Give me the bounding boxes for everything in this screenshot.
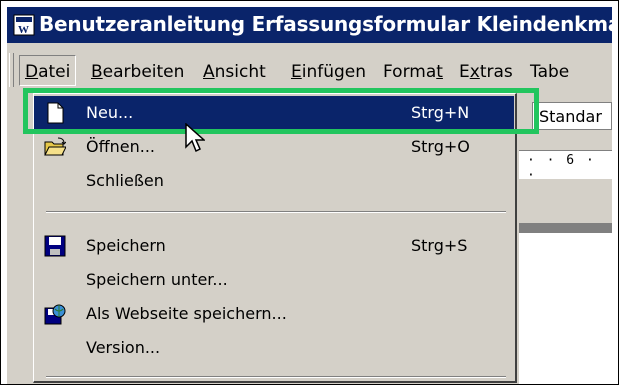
- menu-item-label: Öffnen...: [86, 137, 155, 156]
- menu-separator: [46, 376, 506, 378]
- menu-bar: Datei Bearbeiten Ansicht Einfügen Format…: [7, 43, 612, 93]
- horizontal-ruler[interactable]: · · 6 · ·: [519, 150, 612, 183]
- menu-item-label: Schließen: [86, 171, 164, 190]
- word-document-icon: W: [13, 14, 35, 36]
- menu-item-oeffnen[interactable]: Öffnen... Strg+O: [34, 130, 514, 164]
- menu-item-speichern[interactable]: Speichern Strg+S: [34, 229, 514, 263]
- menu-datei[interactable]: Datei: [19, 55, 77, 86]
- menu-item-neu[interactable]: Neu... Strg+N: [34, 96, 514, 130]
- svg-text:W: W: [18, 24, 29, 36]
- document-page[interactable]: [519, 233, 612, 384]
- menu-item-label: Als Webseite speichern...: [86, 304, 287, 323]
- menu-separator: [46, 211, 506, 213]
- menu-item-label: Neu...: [86, 103, 134, 122]
- menu-einfuegen[interactable]: Einfügen: [291, 62, 366, 82]
- save-disk-icon: [44, 235, 66, 257]
- menu-item-version[interactable]: Version...: [34, 331, 514, 365]
- menu-item-shortcut: Strg+S: [411, 236, 468, 255]
- save-as-webpage-icon: [44, 304, 66, 325]
- window-title: Benutzeranleitung Erfassungsformular Kle…: [39, 12, 612, 36]
- ruler-marks: · · 6 · ·: [527, 153, 596, 183]
- menu-item-als-webseite-speichern[interactable]: Als Webseite speichern...: [34, 297, 514, 331]
- menu-item-speichern-unter[interactable]: Speichern unter...: [34, 263, 514, 297]
- screenshot-frame: W Benutzeranleitung Erfassungsformular K…: [0, 0, 619, 385]
- menu-item-label: Speichern: [86, 236, 166, 255]
- left-margin: [7, 137, 15, 384]
- menu-extras[interactable]: Extras: [459, 62, 513, 82]
- menubar-grip[interactable]: [9, 53, 14, 87]
- menu-bearbeiten[interactable]: Bearbeiten: [91, 62, 184, 82]
- menu-ansicht[interactable]: Ansicht: [203, 62, 266, 82]
- style-dropdown[interactable]: Standar: [532, 102, 612, 130]
- menu-tabelle[interactable]: Tabe: [530, 62, 569, 82]
- title-bar: W Benutzeranleitung Erfassungsformular K…: [7, 7, 612, 43]
- file-menu-dropdown: Neu... Strg+N Öffnen... Strg+O Schließen: [33, 93, 517, 383]
- menu-format[interactable]: Format: [383, 62, 443, 82]
- menu-item-shortcut: Strg+N: [411, 103, 470, 122]
- menu-item-shortcut: Strg+O: [411, 137, 470, 156]
- menu-item-label: Speichern unter...: [86, 270, 228, 289]
- menu-item-label: Version...: [86, 338, 161, 357]
- ruler-shadow: [519, 223, 612, 233]
- menu-item-schliessen[interactable]: Schließen: [34, 164, 514, 198]
- open-folder-icon: [44, 137, 66, 156]
- new-document-icon: [47, 102, 64, 124]
